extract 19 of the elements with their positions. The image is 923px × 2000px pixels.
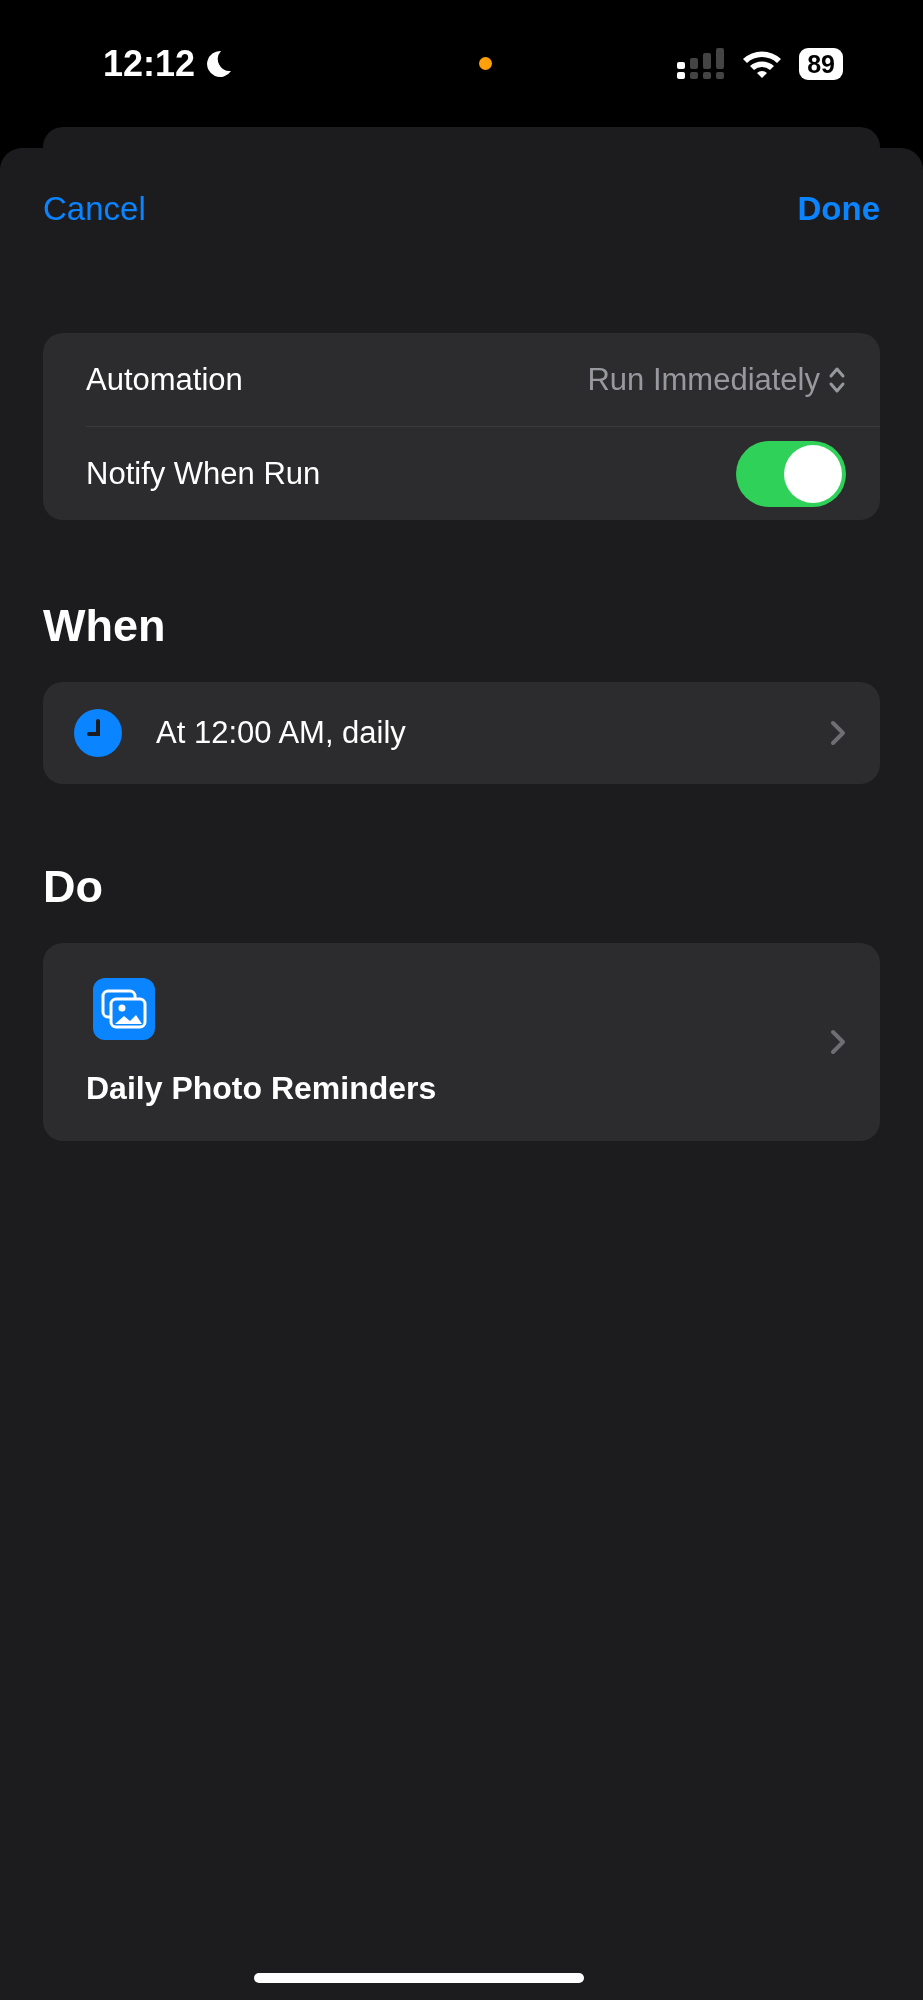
privacy-dot-icon xyxy=(478,57,492,70)
status-time: 12:12 xyxy=(103,42,196,85)
shortcut-name: Daily Photo Reminders xyxy=(86,1069,438,1107)
shortcut-card[interactable]: Daily Photo Reminders xyxy=(43,943,880,1141)
signal-icon xyxy=(677,47,726,80)
done-button[interactable]: Done xyxy=(797,190,880,228)
trigger-row[interactable]: At 12:00 AM, daily xyxy=(43,682,880,784)
setting-label: Notify When Run xyxy=(86,455,322,492)
trigger-label: At 12:00 AM, daily xyxy=(156,715,407,751)
chevron-right-icon xyxy=(830,720,846,746)
setting-label: Automation xyxy=(86,361,244,398)
section-heading: Do xyxy=(43,861,103,912)
photos-icon xyxy=(93,977,155,1040)
section-heading: When xyxy=(43,600,166,651)
chevron-right-icon xyxy=(830,1029,846,1055)
battery-level: 89 xyxy=(799,47,843,80)
clock-icon xyxy=(74,709,122,757)
cancel-button[interactable]: Cancel xyxy=(43,190,146,228)
automation-picker[interactable]: Run Immediately xyxy=(587,361,846,398)
